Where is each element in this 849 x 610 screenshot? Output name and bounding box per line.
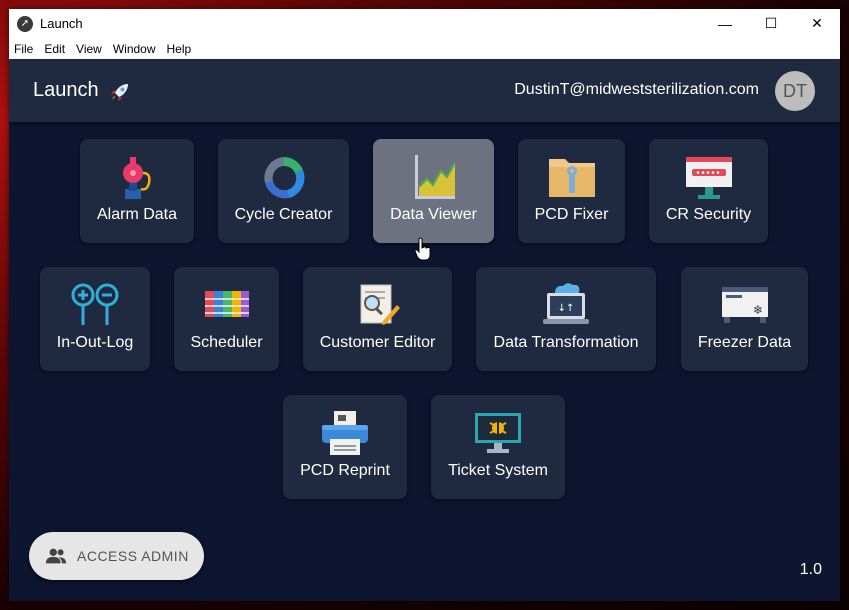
title-bar: ➚ Launch — ☐ ✕ (9, 9, 840, 38)
close-button[interactable]: ✕ (794, 9, 840, 38)
menu-view[interactable]: View (76, 42, 102, 56)
tile-data-transformation[interactable]: ↓↑ Data Transformation (476, 267, 656, 371)
menu-edit[interactable]: Edit (44, 42, 65, 56)
tile-label: Cycle Creator (234, 206, 333, 223)
tile-customer-editor[interactable]: Customer Editor (303, 267, 452, 371)
tile-alarm-data[interactable]: Alarm Data (80, 139, 194, 243)
freezer-icon: ❄ (721, 287, 768, 323)
hand-cursor-icon (414, 237, 431, 261)
tile-label: Freezer Data (697, 334, 792, 351)
tile-pcd-fixer[interactable]: PCD Fixer (518, 139, 625, 243)
menu-help[interactable]: Help (167, 42, 192, 56)
password-screen-icon (685, 157, 732, 199)
launch-window: ➚ Launch — ☐ ✕ File Edit View Window Hel… (9, 9, 840, 601)
printer-icon (322, 411, 368, 455)
menu-bar: File Edit View Window Help (9, 38, 840, 59)
rocket-icon (111, 84, 128, 101)
bug-monitor-icon (475, 413, 521, 453)
tile-data-viewer[interactable]: Data Viewer (373, 139, 494, 243)
svg-text:↓↑: ↓↑ (558, 303, 575, 314)
menu-window[interactable]: Window (113, 42, 156, 56)
minimize-button[interactable]: — (702, 9, 748, 38)
tile-label: CR Security (665, 206, 752, 223)
tile-cr-security[interactable]: CR Security (649, 139, 768, 243)
document-edit-icon (360, 284, 400, 325)
svg-text:❄: ❄ (752, 303, 762, 317)
app-header: Launch DustinT@midweststerilization.com … (9, 59, 840, 122)
people-icon (45, 548, 67, 564)
tile-label: Scheduler (190, 334, 263, 351)
window-title: Launch (40, 16, 83, 31)
tile-label: In-Out-Log (56, 334, 134, 351)
tile-freezer-data[interactable]: ❄ Freezer Data (681, 267, 808, 371)
tile-cycle-creator[interactable]: Cycle Creator (218, 139, 349, 243)
version-label: 1.0 (799, 561, 822, 578)
tile-pcd-reprint[interactable]: PCD Reprint (283, 395, 407, 499)
folder-wrench-icon (548, 159, 595, 197)
tile-label: PCD Reprint (300, 462, 390, 479)
tile-label: PCD Fixer (534, 206, 609, 223)
user-email: DustinT@midweststerilization.com (514, 81, 759, 98)
tile-label: Data Viewer (390, 206, 477, 223)
avatar[interactable]: DT (775, 71, 815, 111)
cloud-laptop-icon: ↓↑ (543, 283, 589, 324)
tile-in-out-log[interactable]: In-Out-Log (40, 267, 150, 371)
page-title: Launch (33, 79, 99, 101)
chart-icon (414, 155, 456, 199)
cycle-ring-icon (263, 157, 304, 199)
tile-label: Ticket System (448, 462, 548, 479)
alarm-icon (123, 157, 151, 199)
app-rocket-icon: ➚ (17, 15, 33, 32)
plus-minus-icon (71, 283, 119, 325)
access-admin-button[interactable]: ACCESS ADMIN (29, 532, 204, 580)
access-admin-label: ACCESS ADMIN (77, 548, 189, 564)
tile-label: Data Transformation (493, 334, 639, 351)
tile-label: Customer Editor (319, 334, 436, 351)
menu-file[interactable]: File (14, 42, 33, 56)
tile-label: Alarm Data (96, 206, 178, 223)
schedule-board-icon (204, 291, 249, 317)
maximize-button[interactable]: ☐ (748, 9, 794, 38)
tile-ticket-system[interactable]: Ticket System (431, 395, 565, 499)
tile-scheduler[interactable]: Scheduler (174, 267, 279, 371)
